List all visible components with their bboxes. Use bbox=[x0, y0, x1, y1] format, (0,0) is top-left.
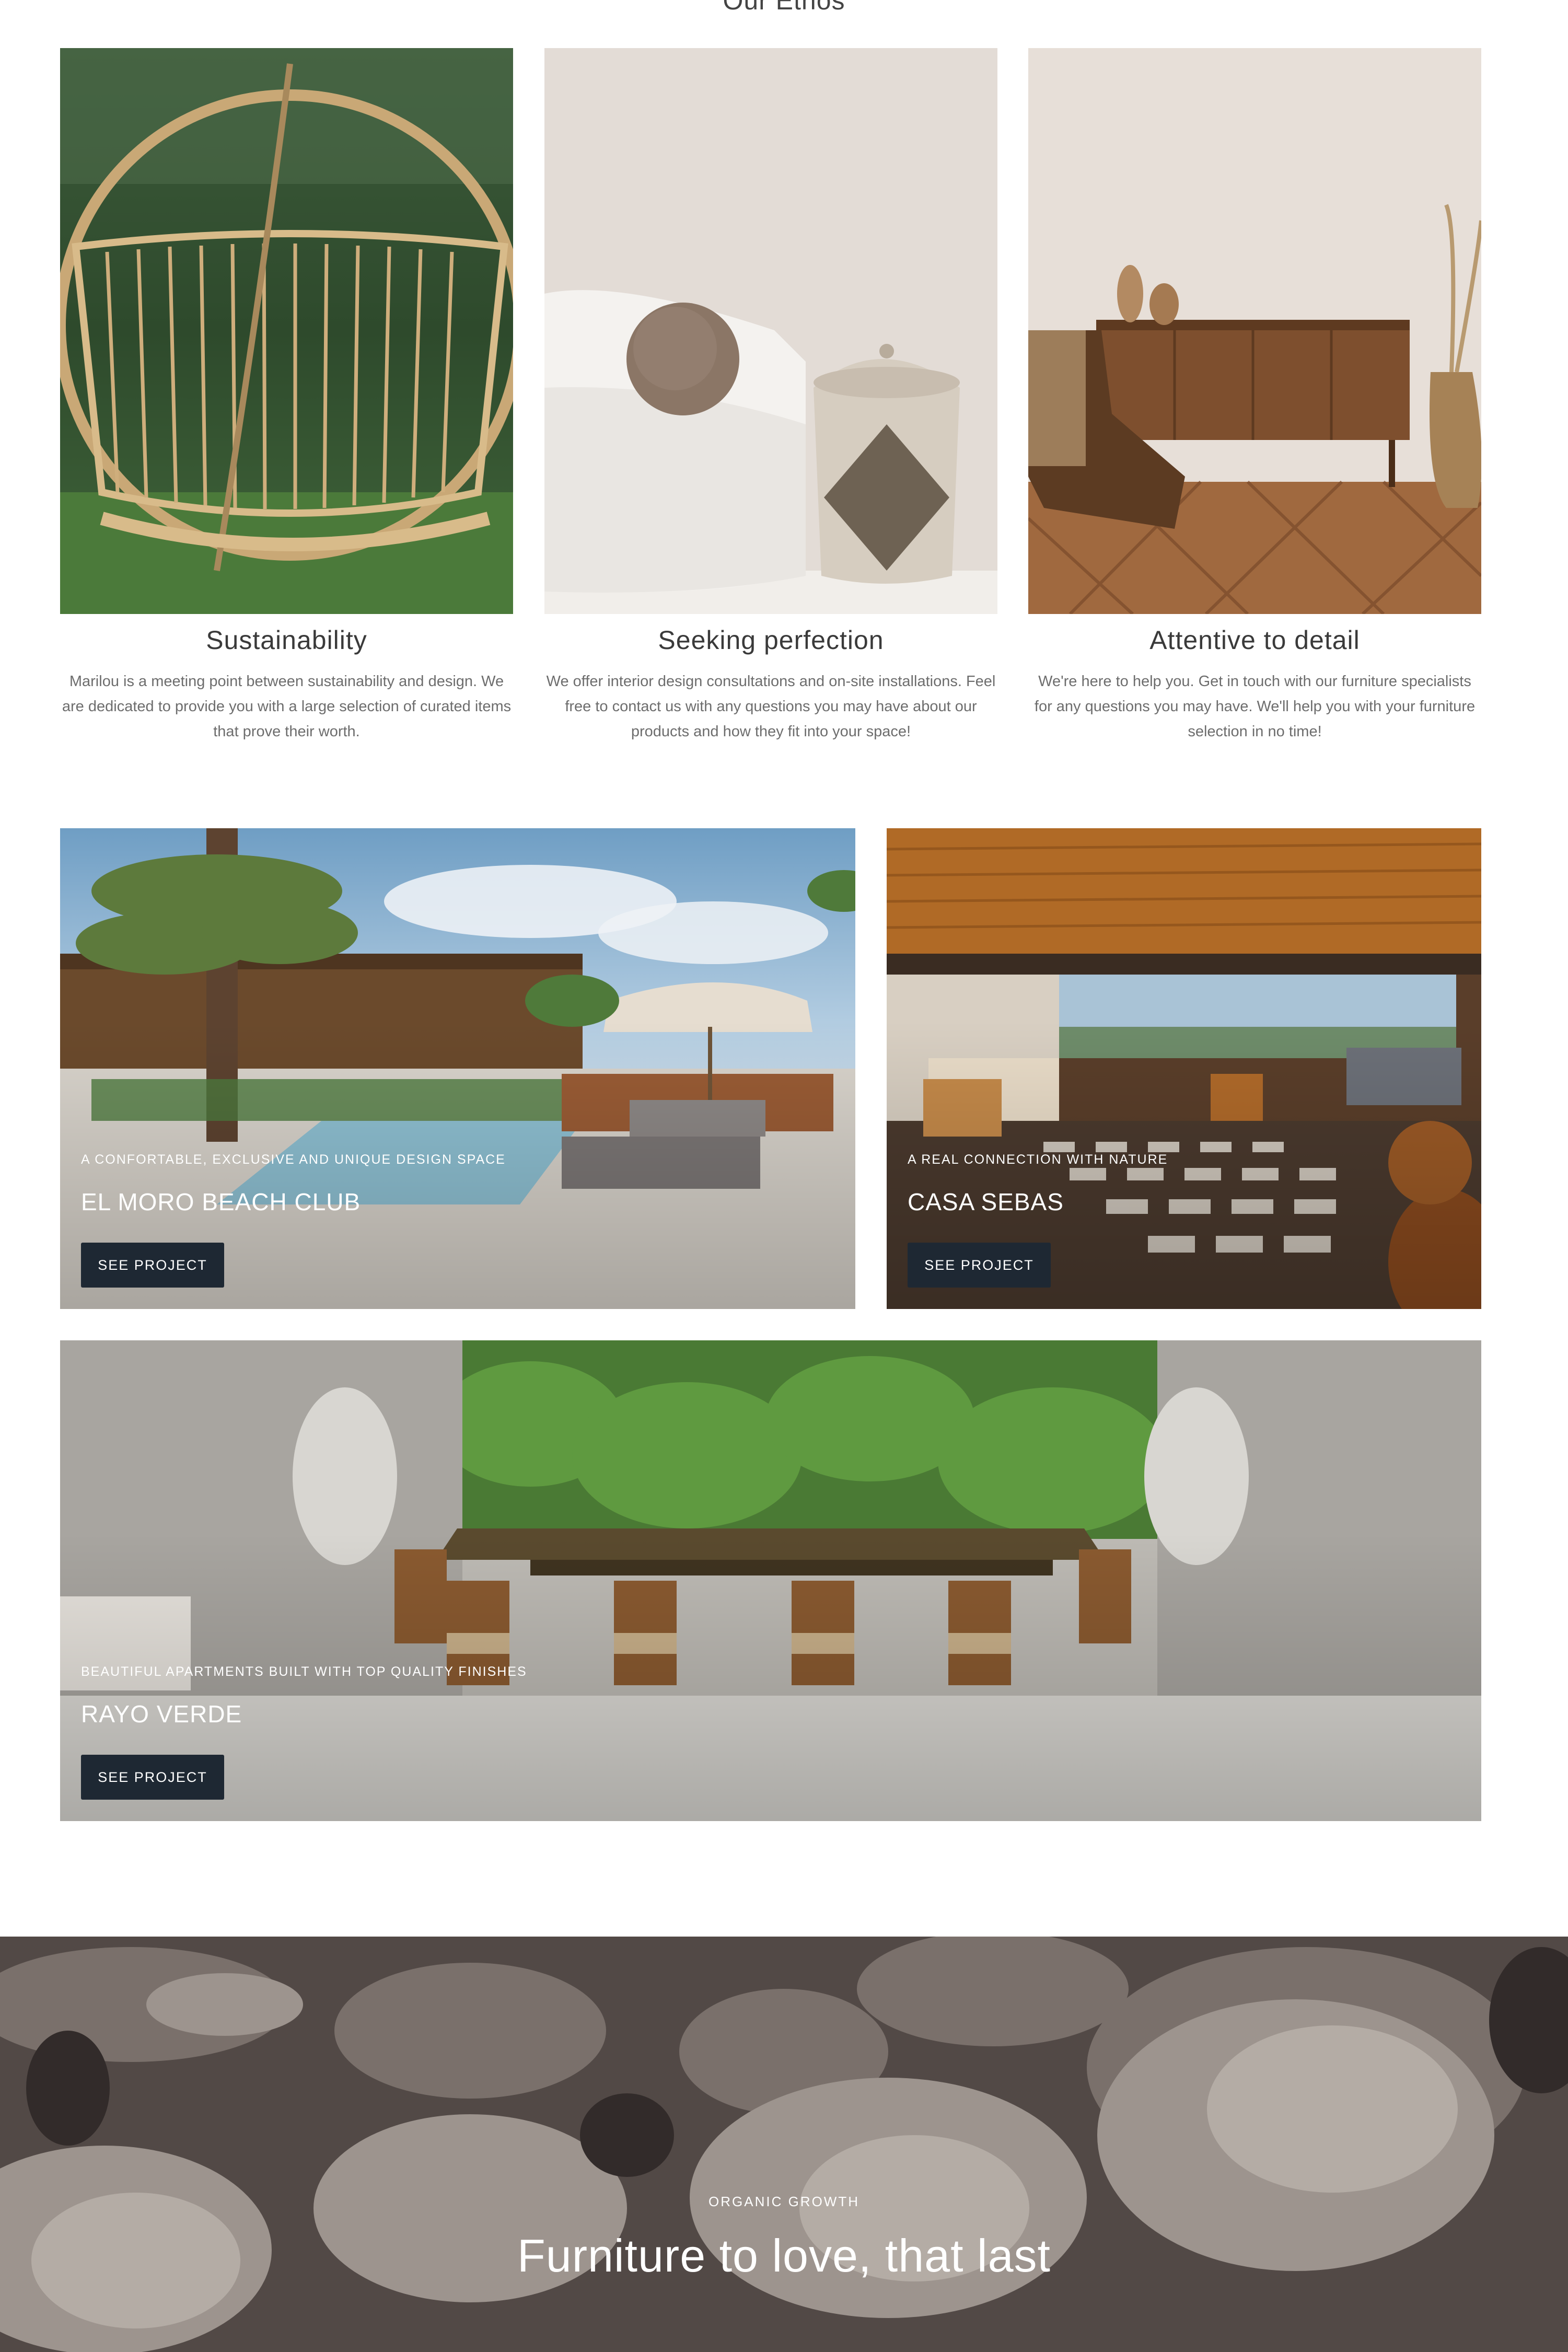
hero-banner: ORGANIC GROWTH Furniture to love, that l… bbox=[0, 1937, 1568, 2352]
ethos-heading: Our Ethos bbox=[723, 0, 845, 15]
see-project-button[interactable]: SEE PROJECT bbox=[81, 1243, 224, 1288]
ethos-text-detail: We're here to help you. Get in touch wit… bbox=[1034, 673, 1476, 740]
ethos-title-detail: Attentive to detail bbox=[1149, 625, 1360, 655]
wood-logs-photo bbox=[0, 1937, 1568, 2352]
project-card-casa-sebas[interactable]: A real connection with nature CASA SEBAS… bbox=[887, 828, 1481, 1309]
ethos-title-sustainability: Sustainability bbox=[206, 625, 367, 655]
project-subtitle: A confortable, exclusive and unique desi… bbox=[81, 1152, 506, 1167]
ethos-image-perfection bbox=[544, 48, 997, 614]
project-title: RAYO VERDE bbox=[81, 1700, 242, 1728]
hero-title: Furniture to love, that last bbox=[517, 2230, 1051, 2281]
project-card-el-moro[interactable]: A confortable, exclusive and unique desi… bbox=[60, 828, 855, 1309]
ethos-text-perfection: We offer interior design consultations a… bbox=[546, 673, 996, 740]
ethos-image-sustainability bbox=[60, 48, 513, 614]
hero-subtitle: ORGANIC GROWTH bbox=[708, 2194, 860, 2209]
wooden-sideboard-photo bbox=[1028, 48, 1481, 614]
hanging-basket-chair-photo bbox=[60, 48, 513, 614]
project-subtitle: A real connection with nature bbox=[908, 1152, 1168, 1167]
project-subtitle: Beautiful apartments built with top qual… bbox=[81, 1664, 527, 1679]
see-project-button[interactable]: SEE PROJECT bbox=[908, 1243, 1051, 1288]
project-card-rayo-verde[interactable]: Beautiful apartments built with top qual… bbox=[60, 1340, 1481, 1821]
project-title: EL MORO BEACH CLUB bbox=[81, 1188, 361, 1215]
ethos-title-perfection: Seeking perfection bbox=[658, 625, 884, 655]
ethos-image-detail bbox=[1028, 48, 1481, 614]
sofa-and-basket-photo bbox=[544, 48, 997, 614]
see-project-button[interactable]: SEE PROJECT bbox=[81, 1755, 224, 1800]
ethos-text-sustainability: Marilou is a meeting point between susta… bbox=[62, 673, 512, 740]
project-title: CASA SEBAS bbox=[908, 1188, 1064, 1215]
